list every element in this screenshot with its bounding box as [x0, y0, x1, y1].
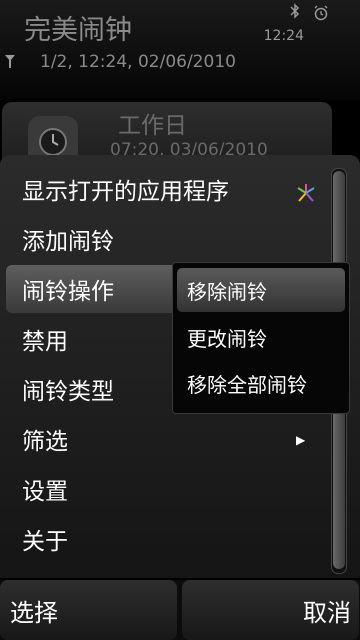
menu-item-filter[interactable]: 筛选 ▶: [0, 415, 340, 463]
menu-item-label: 添加闹铃: [22, 229, 114, 255]
menu-item-add-alarm[interactable]: 添加闹铃: [0, 215, 340, 263]
alarm-name: 工作日: [118, 113, 187, 139]
menu-item-label: 禁用: [22, 329, 68, 355]
submenu-item-label: 更改闹铃: [187, 326, 267, 351]
app-title: 完美闹钟: [24, 15, 132, 46]
menu-item-label: 筛选: [22, 429, 68, 455]
cancel-softkey[interactable]: 取消: [182, 580, 359, 640]
submenu-item-label: 移除闹铃: [187, 279, 267, 304]
alarm-icon: [314, 5, 328, 21]
menu-item-label: 闹铃操作: [22, 279, 114, 305]
submenu-item-remove-alarm[interactable]: 移除闹铃: [177, 268, 345, 312]
menu-item-alarm-actions[interactable]: 闹铃操作: [6, 265, 186, 313]
menu-item-label: 关于: [22, 529, 68, 555]
clock: 12:24: [263, 28, 304, 44]
menu-item-label: 显示打开的应用程序: [22, 179, 229, 205]
select-softkey[interactable]: 选择: [0, 580, 177, 640]
menu-item-settings[interactable]: 设置: [0, 465, 340, 513]
menu-item-label: 闹铃类型: [22, 379, 114, 405]
submenu-item-change-alarm[interactable]: 更改闹铃: [177, 315, 345, 359]
submenu-item-remove-all-alarms[interactable]: 移除全部闹铃: [177, 361, 345, 405]
cancel-softkey-label: 取消: [303, 598, 351, 627]
menu-item-show-open-apps[interactable]: 显示打开的应用程序: [0, 165, 340, 213]
select-softkey-label: 选择: [10, 598, 58, 627]
softkey-bar: 选择 取消: [0, 580, 360, 640]
app-switch-icon: [297, 184, 315, 202]
status-bar: 完美闹钟 12:24 1/2, 12:24, 02/06/2010: [0, 0, 360, 100]
signal-icon: [5, 55, 15, 68]
alarm-actions-submenu: 移除闹铃 更改闹铃 移除全部闹铃: [172, 262, 350, 414]
menu-item-about[interactable]: 关于: [0, 515, 340, 563]
menu-item-label: 设置: [22, 479, 68, 505]
submenu-arrow-icon: ▶: [296, 433, 306, 447]
bluetooth-icon: [290, 3, 300, 19]
submenu-item-label: 移除全部闹铃: [187, 372, 307, 397]
alarm-count-subtitle: 1/2, 12:24, 02/06/2010: [40, 52, 236, 72]
